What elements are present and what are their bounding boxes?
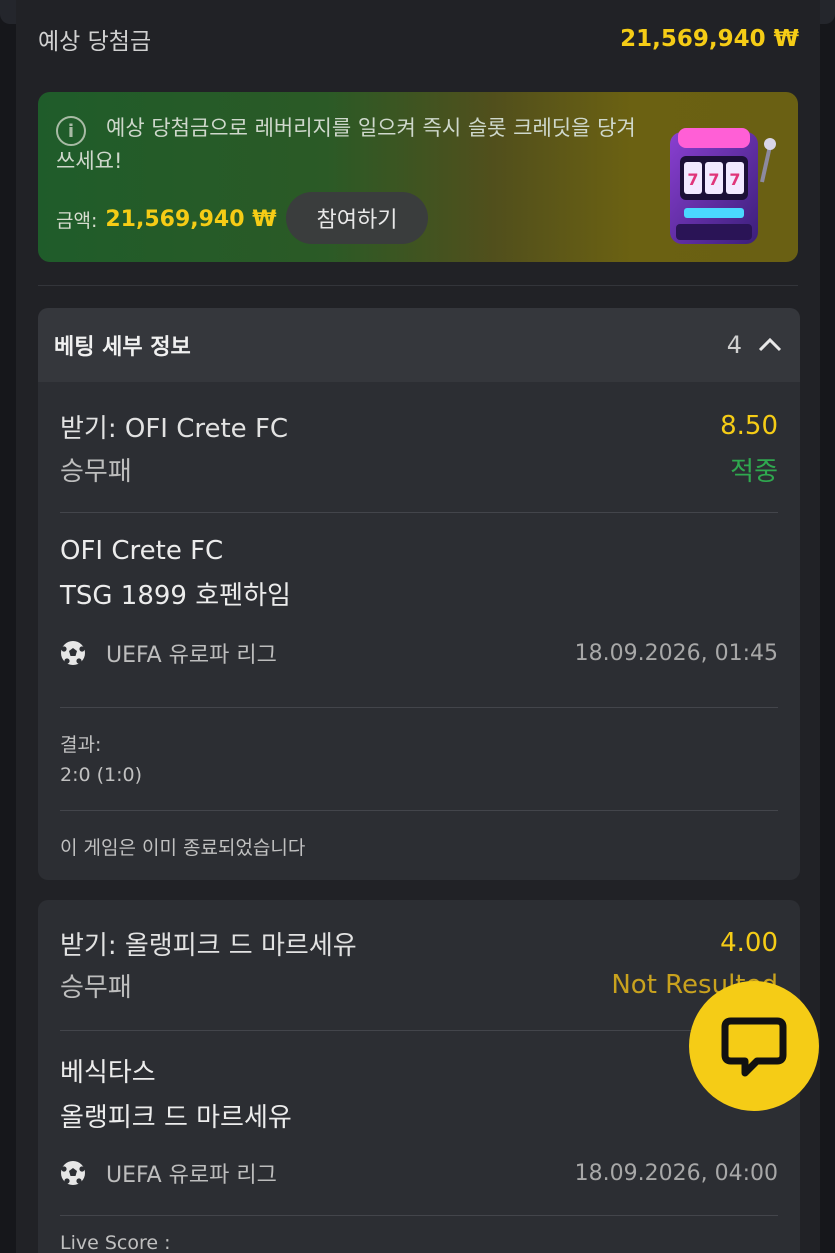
bet-card: 받기: OFI Crete FC 8.50 승무패 적중 OFI Crete F… bbox=[38, 382, 800, 880]
chevron-up-icon[interactable] bbox=[756, 331, 784, 359]
bet-details-title: 베팅 세부 정보 bbox=[54, 335, 191, 360]
svg-text:7: 7 bbox=[687, 170, 698, 189]
bet-pick: 받기: OFI Crete FC bbox=[60, 413, 289, 444]
result-score: 2:0 (1:0) bbox=[60, 764, 143, 786]
team-away: 올랭피크 드 마르세유 bbox=[60, 1103, 292, 1133]
team-home: 베식타스 bbox=[60, 1058, 156, 1088]
league-info: UEFA 유로파 리그 bbox=[60, 637, 277, 669]
chat-bubble-icon bbox=[721, 1017, 787, 1077]
league-info: UEFA 유로파 리그 bbox=[60, 1157, 277, 1189]
bet-count: 4 bbox=[726, 331, 742, 359]
live-score-label: Live Score : bbox=[60, 1232, 171, 1253]
bet-pick-row: 받기: OFI Crete FC 8.50 bbox=[60, 406, 778, 446]
match-datetime: 18.09.2026, 01:45 bbox=[574, 640, 778, 666]
promo-amount-value: 21,569,940 ₩ bbox=[105, 206, 277, 232]
team-away: TSG 1899 호펜하임 bbox=[60, 581, 291, 611]
svg-text:7: 7 bbox=[729, 170, 740, 189]
chat-button[interactable] bbox=[689, 981, 819, 1111]
promo-amount: 금액: 21,569,940 ₩ bbox=[56, 202, 276, 236]
bet-details-controls: 4 bbox=[727, 331, 784, 359]
soccer-ball-icon bbox=[61, 1161, 85, 1185]
join-button[interactable]: 참여하기 bbox=[286, 192, 428, 244]
league-row: UEFA 유로파 리그 18.09.2026, 01:45 bbox=[60, 633, 778, 673]
league-row: UEFA 유로파 리그 18.09.2026, 04:00 bbox=[60, 1153, 778, 1193]
divider bbox=[38, 285, 798, 286]
soccer-ball-icon bbox=[61, 641, 85, 665]
bet-card: 받기: 올랭피크 드 마르세유 4.00 승무패 Not Resulted 베식… bbox=[38, 900, 800, 1253]
bet-odds: 4.00 bbox=[720, 928, 778, 958]
slot-machine-icon: 7 7 7 bbox=[670, 128, 776, 244]
match-datetime: 18.09.2026, 04:00 bbox=[574, 1160, 778, 1186]
promo-text: 예상 당첨금으로 레버리지를 일으켜 즉시 슬롯 크레딧을 당겨 쓰세요! bbox=[56, 116, 636, 173]
bet-pick-row: 받기: 올랭피크 드 마르세유 4.00 bbox=[60, 924, 778, 962]
bet-market-row: 승무패 Not Resulted bbox=[60, 962, 778, 1008]
slot-credit-promo-banner: i 예상 당첨금으로 레버리지를 일으켜 즉시 슬롯 크레딧을 당겨 쓰세요! … bbox=[38, 92, 798, 262]
svg-text:7: 7 bbox=[708, 170, 719, 189]
team-home: OFI Crete FC bbox=[60, 536, 224, 566]
bet-market: 승무패 bbox=[60, 456, 132, 487]
promo-amount-label: 금액: bbox=[56, 209, 98, 232]
bet-market: 승무패 bbox=[60, 972, 132, 1003]
league-name: UEFA 유로파 리그 bbox=[106, 1163, 277, 1188]
league-name: UEFA 유로파 리그 bbox=[106, 643, 277, 668]
bet-market-row: 승무패 적중 bbox=[60, 446, 778, 492]
bet-odds: 8.50 bbox=[720, 411, 778, 441]
bet-pick: 받기: 올랭피크 드 마르세유 bbox=[60, 930, 357, 961]
estimated-win-label: 예상 당첨금 bbox=[38, 29, 152, 55]
game-finished-note: 이 게임은 이미 종료되었습니다 bbox=[60, 837, 306, 859]
bet-status: 적중 bbox=[730, 456, 778, 487]
result-label: 결과: bbox=[60, 734, 102, 756]
bet-details-header[interactable]: 베팅 세부 정보 4 bbox=[38, 308, 800, 382]
estimated-win-row: 예상 당첨금 21,569,940 ₩ bbox=[38, 22, 799, 56]
estimated-win-value: 21,569,940 ₩ bbox=[620, 26, 799, 52]
